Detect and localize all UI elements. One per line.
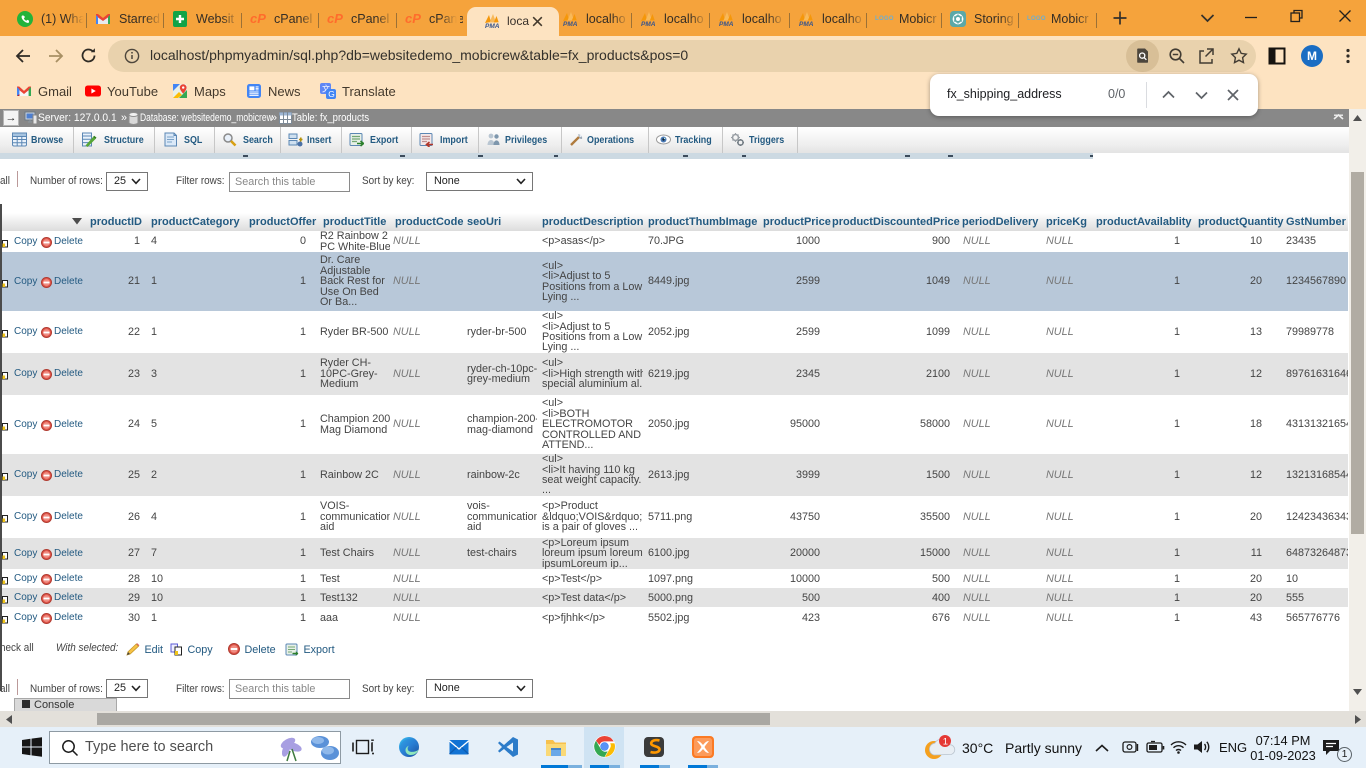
svg-text:G: G [328, 89, 335, 99]
svg-text:PMA: PMA [563, 21, 578, 27]
svg-text:PMA: PMA [719, 21, 734, 27]
svg-text:PMA: PMA [485, 23, 500, 29]
svg-text:1: 1 [943, 737, 948, 748]
svg-text:PMA: PMA [799, 21, 814, 27]
svg-text:PMA: PMA [641, 21, 656, 27]
